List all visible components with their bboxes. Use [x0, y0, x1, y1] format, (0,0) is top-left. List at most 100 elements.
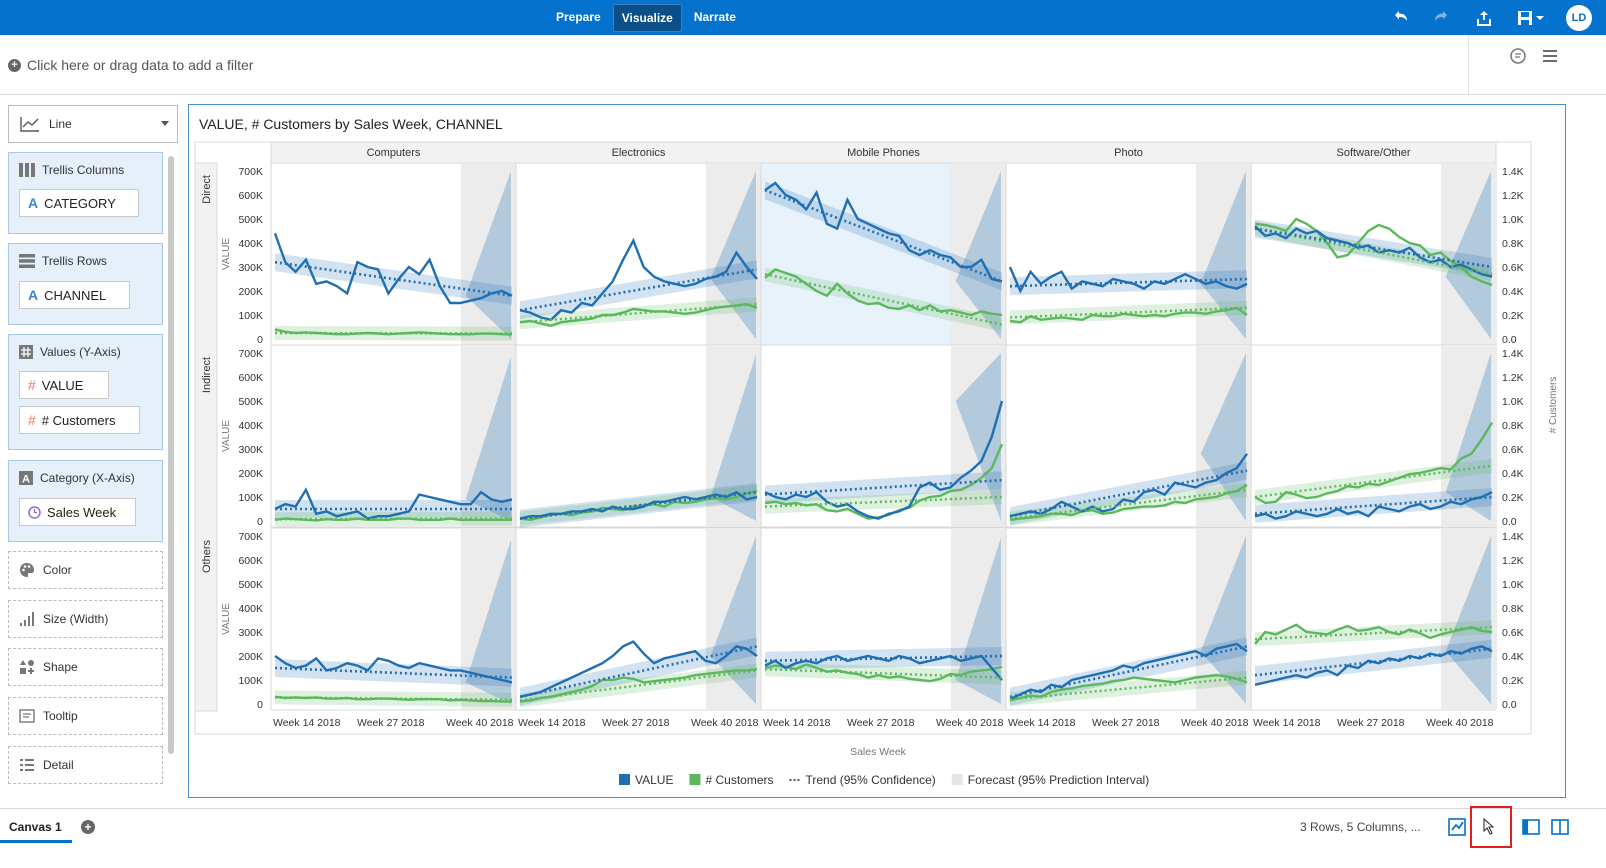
y2-tick-label: 0.0 [1502, 699, 1517, 711]
y-axis-title: VALUE [221, 420, 232, 452]
trellis-rows-section[interactable]: Trellis Rows A CHANNEL [8, 243, 163, 325]
trellis-columns-icon [19, 163, 35, 177]
y-tick-label: 500K [238, 214, 263, 226]
trellis-columns-section[interactable]: Trellis Columns A CATEGORY [8, 152, 163, 234]
values-header: Values (Y-Axis) [19, 345, 121, 359]
chart-type-dropdown[interactable]: Line [8, 105, 178, 143]
trellis-rows-icon [19, 254, 35, 268]
top-actions: LD [1388, 5, 1592, 31]
tooltip-slot[interactable]: Tooltip [8, 697, 163, 735]
detail-slot[interactable]: Detail [8, 746, 163, 784]
filter-placeholder: Click here or drag data to add a filter [27, 57, 254, 73]
tab-visualize[interactable]: Visualize [612, 4, 682, 32]
detail-icon [20, 759, 34, 771]
svg-text:A: A [22, 474, 30, 486]
y-tick-label: 300K [238, 262, 263, 274]
y2-tick-label: 0.6K [1502, 444, 1524, 456]
legend-swatch [951, 774, 963, 785]
size-label: Size (Width) [43, 612, 109, 626]
grammar-panel: Line Trellis Columns A CATEGORY Trellis … [0, 96, 186, 806]
save-button[interactable] [1514, 6, 1548, 30]
measure-hash-icon: # [28, 412, 36, 428]
x-tick-label: Week 14 2018 [1253, 717, 1321, 729]
y-tick-label: 700K [238, 531, 263, 543]
column-header: Electronics [612, 147, 666, 159]
category-label: Category (X-Axis) [40, 471, 135, 485]
y2-tick-label: 0.6K [1502, 262, 1524, 274]
auto-apply-icon[interactable] [1447, 817, 1467, 837]
color-slot[interactable]: Color [8, 551, 163, 589]
column-header: Software/Other [1337, 147, 1411, 159]
panel-scrollbar[interactable] [168, 156, 174, 754]
x-tick-label: Week 14 2018 [518, 717, 586, 729]
canvas-tab[interactable]: Canvas 1 [9, 820, 62, 834]
x-tick-label: Week 40 2018 [691, 717, 759, 729]
y2-tick-label: 1.2K [1502, 190, 1524, 202]
x-tick-label: Week 40 2018 [1181, 717, 1249, 729]
y2-tick-label: 1.4K [1502, 166, 1524, 178]
status-text: 3 Rows, 5 Columns, ... [1300, 820, 1421, 834]
user-avatar[interactable]: LD [1566, 5, 1592, 31]
y2-tick-label: 0.4K [1502, 651, 1524, 663]
tab-prepare[interactable]: Prepare [548, 4, 609, 32]
y-tick-label: 300K [238, 627, 263, 639]
export-icon [1477, 11, 1491, 26]
y-tick-label: 0 [257, 699, 263, 711]
values-section[interactable]: Values (Y-Axis) # VALUE # # Customers [8, 334, 163, 450]
add-filter-area[interactable]: + Click here or drag data to add a filte… [8, 57, 253, 73]
comment-icon[interactable] [1509, 47, 1527, 65]
redo-button[interactable] [1430, 6, 1454, 30]
category-header: A Category (X-Axis) [19, 471, 135, 485]
value-item[interactable]: # # Customers [19, 406, 140, 434]
pill-label: Sales Week [47, 504, 117, 520]
y2-tick-label: 0.6K [1502, 627, 1524, 639]
tab-narrate[interactable]: Narrate [686, 4, 744, 32]
y2-tick-label: 0.0 [1502, 334, 1517, 346]
x-tick-label: Week 27 2018 [357, 717, 425, 729]
legend-label: Forecast (95% Prediction Interval) [968, 773, 1149, 787]
export-button[interactable] [1472, 6, 1496, 30]
undo-icon [1395, 11, 1407, 21]
add-canvas-button[interactable]: + [81, 820, 95, 834]
tooltip-label: Tooltip [43, 709, 78, 723]
legend-label: # Customers [705, 773, 773, 787]
y2-tick-label: 0.8K [1502, 420, 1524, 432]
shape-slot[interactable]: Shape [8, 648, 163, 686]
y-tick-label: 100K [238, 492, 263, 504]
y2-tick-label: 1.0K [1502, 214, 1524, 226]
y2-tick-label: 0.4K [1502, 286, 1524, 298]
values-label: Values (Y-Axis) [40, 345, 121, 359]
size-slot[interactable]: Size (Width) [8, 600, 163, 638]
trellis-column-item[interactable]: A CATEGORY [19, 189, 139, 217]
y-tick-label: 400K [238, 420, 263, 432]
visualization-canvas[interactable]: VALUE, # Customers by Sales Week, CHANNE… [188, 104, 1566, 798]
mode-tabs: Prepare Visualize Narrate [548, 4, 744, 32]
y-tick-label: 700K [238, 348, 263, 360]
x-tick-label: Week 40 2018 [1426, 717, 1494, 729]
menu-icon[interactable] [1541, 47, 1559, 65]
x-tick-label: Week 14 2018 [1008, 717, 1076, 729]
y2-axis-title: # Customers [1548, 377, 1559, 434]
category-section[interactable]: A Category (X-Axis) Sales Week [8, 460, 163, 542]
legend-swatch [689, 774, 701, 785]
measure-icon [19, 345, 33, 359]
left-panel-toggle-icon[interactable] [1521, 817, 1541, 837]
x-tick-label: Week 27 2018 [1092, 717, 1160, 729]
y2-tick-label: 0.8K [1502, 603, 1524, 615]
legend-swatch [619, 774, 630, 785]
x-axis-title: Sales Week [850, 746, 907, 758]
trellis-row-item[interactable]: A CHANNEL [19, 281, 130, 309]
y2-tick-label: 0.4K [1502, 468, 1524, 480]
x-tick-label: Week 27 2018 [1337, 717, 1405, 729]
y2-tick-label: 1.2K [1502, 372, 1524, 384]
y-axis-title: VALUE [221, 603, 232, 635]
category-item[interactable]: Sales Week [19, 498, 136, 526]
category-icon: A [19, 471, 33, 485]
legend-label: VALUE [635, 773, 673, 787]
right-panel-toggle-icon[interactable] [1550, 817, 1570, 837]
y-tick-label: 100K [238, 310, 263, 322]
undo-button[interactable] [1388, 6, 1412, 30]
value-item[interactable]: # VALUE [19, 371, 109, 399]
row-header: Others [201, 540, 213, 574]
y-tick-label: 600K [238, 555, 263, 567]
